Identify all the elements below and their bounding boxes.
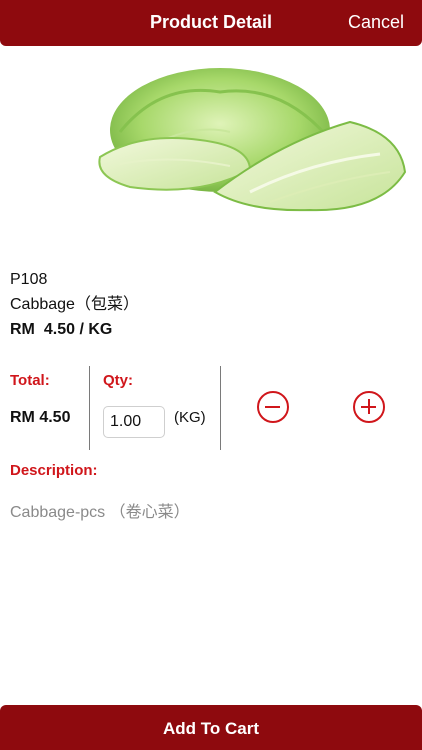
product-info: P108 Cabbage（包菜） RM 4.50 / KG	[10, 270, 139, 341]
total-value: RM 4.50	[10, 409, 71, 426]
divider	[220, 366, 221, 450]
order-block: Total: RM 4.50 Qty: (KG)	[0, 362, 422, 450]
product-code: P108	[10, 271, 48, 288]
total-label: Total:	[10, 372, 50, 389]
cabbage-image	[98, 68, 407, 212]
add-to-cart-button[interactable]: Add To Cart	[0, 705, 422, 750]
description-label: Description:	[10, 462, 98, 479]
divider	[89, 366, 90, 450]
qty-label: Qty:	[103, 372, 133, 389]
product-detail-screen: Product Detail Cancel P108 Cabbage（包菜） R…	[0, 0, 422, 750]
increase-quantity-button[interactable]	[353, 391, 385, 423]
description-text: Cabbage-pcs （卷心菜）	[10, 504, 190, 521]
nav-bar: Product Detail Cancel	[0, 0, 422, 46]
quantity-input[interactable]	[103, 406, 165, 438]
minus-icon	[265, 405, 280, 408]
price-currency: RM	[10, 321, 35, 338]
decrease-quantity-button[interactable]	[257, 391, 289, 423]
product-name: Cabbage（包菜）	[10, 296, 139, 313]
plus-icon	[367, 399, 370, 414]
qty-unit: (KG)	[174, 409, 206, 426]
cancel-button[interactable]: Cancel	[348, 12, 404, 33]
product-image	[80, 62, 410, 222]
price-value: 4.50 / KG	[43, 321, 113, 338]
product-price: RM 4.50 / KG	[10, 319, 139, 341]
